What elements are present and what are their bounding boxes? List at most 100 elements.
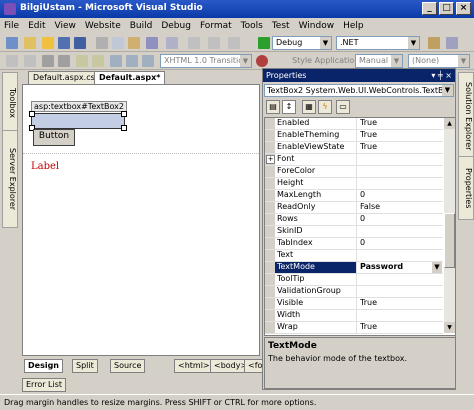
property-row[interactable]: ValidationGroup (265, 286, 443, 298)
minimize-button[interactable]: _ (422, 2, 437, 15)
source-view-tab[interactable]: Source (110, 359, 146, 373)
text-editor-icon[interactable] (6, 55, 18, 67)
menu-debug[interactable]: Debug (161, 21, 191, 31)
redo-icon[interactable] (166, 37, 178, 49)
property-grid[interactable]: ▲ ▼ Enabled True EnableTheming True EnableVi… (264, 117, 456, 336)
property-value[interactable] (358, 154, 443, 165)
label-control[interactable]: Label (31, 161, 59, 172)
scroll-up-icon[interactable]: ▲ (444, 118, 455, 129)
navigate-forward-icon[interactable] (208, 37, 220, 49)
display-icon[interactable] (24, 55, 36, 67)
add-item-icon[interactable] (24, 37, 36, 49)
property-value[interactable] (358, 274, 443, 285)
property-value[interactable] (358, 226, 443, 237)
maximize-button[interactable]: □ (439, 2, 454, 15)
property-value[interactable]: True (358, 118, 443, 129)
solution-configuration-select[interactable]: Debug ▼ (272, 36, 332, 50)
solution-explorer-icon[interactable] (446, 37, 458, 49)
property-row[interactable]: + Font (265, 154, 443, 166)
properties-icon[interactable]: ▦ (302, 100, 316, 114)
menu-website[interactable]: Website (85, 21, 121, 31)
menu-window[interactable]: Window (299, 21, 335, 31)
find-icon[interactable] (228, 37, 240, 49)
menu-test[interactable]: Test (272, 21, 290, 31)
property-pages-icon[interactable]: ▭ (336, 100, 350, 114)
solution-platform-select[interactable]: .NET ▼ (336, 36, 420, 50)
chevron-down-icon[interactable]: ▼ (432, 262, 442, 273)
events-icon[interactable]: ϟ (318, 100, 332, 114)
undo-icon[interactable] (146, 37, 158, 49)
server-explorer-tab[interactable]: Server Explorer (2, 130, 18, 228)
textbox2-control[interactable] (31, 113, 125, 129)
save-all-icon[interactable] (74, 37, 86, 49)
property-row[interactable]: Height (265, 178, 443, 190)
solution-explorer-tab[interactable]: Solution Explorer (458, 72, 474, 160)
new-project-icon[interactable] (6, 37, 18, 49)
menu-tools[interactable]: Tools (241, 21, 263, 31)
copy-icon[interactable] (112, 37, 124, 49)
property-value[interactable]: True (358, 322, 443, 333)
property-row[interactable]: Rows 0 (265, 214, 443, 226)
validation-schema-select[interactable]: XHTML 1.0 Transitional ( ▼ (160, 54, 252, 68)
property-value[interactable]: True (358, 298, 443, 309)
property-row[interactable]: EnableTheming True (265, 130, 443, 142)
property-row[interactable]: MaxLength 0 (265, 190, 443, 202)
property-row[interactable]: TabIndex 0 (265, 238, 443, 250)
design-surface[interactable]: asp:textbox#TextBox2 Button Label (22, 84, 260, 356)
error-list-tab[interactable]: Error List (22, 378, 67, 392)
outdent-icon[interactable] (58, 55, 70, 67)
cut-icon[interactable] (96, 37, 108, 49)
bookmark-icon[interactable] (110, 55, 122, 67)
menu-help[interactable]: Help (343, 21, 364, 31)
property-row[interactable]: Enabled True (265, 118, 443, 130)
menu-edit[interactable]: Edit (28, 21, 45, 31)
property-row[interactable]: ForeColor (265, 166, 443, 178)
find-in-files-icon[interactable] (428, 37, 440, 49)
menu-file[interactable]: File (4, 21, 19, 31)
property-row[interactable]: Wrap True (265, 322, 443, 334)
object-selector[interactable]: TextBox2 System.Web.UI.WebControls.TextB… (264, 84, 454, 97)
next-bookmark-icon[interactable] (126, 55, 138, 67)
property-row[interactable]: Visible True (265, 298, 443, 310)
menu-format[interactable]: Format (200, 21, 232, 31)
close-button[interactable]: × (456, 2, 471, 15)
property-value[interactable]: 0 (358, 190, 443, 201)
properties-tab[interactable]: Properties (458, 156, 474, 220)
scroll-down-icon[interactable]: ▼ (444, 322, 455, 333)
property-value[interactable]: True (358, 142, 443, 153)
start-debugging-icon[interactable] (258, 37, 270, 49)
design-view-tab[interactable]: Design (24, 359, 63, 373)
resize-handle[interactable] (121, 125, 127, 131)
property-value[interactable] (358, 250, 443, 261)
property-value[interactable]: False (358, 202, 443, 213)
property-row[interactable]: EnableViewState True (265, 142, 443, 154)
toolbox-tab[interactable]: Toolbox (2, 72, 18, 134)
property-row[interactable]: ReadOnly False (265, 202, 443, 214)
property-row[interactable]: SkinID (265, 226, 443, 238)
resize-handle[interactable] (29, 111, 35, 117)
indent-icon[interactable] (42, 55, 54, 67)
properties-window-controls[interactable]: ▾ ╪ × (431, 69, 452, 82)
categorized-icon[interactable]: ▤ (266, 100, 280, 114)
resize-handle[interactable] (121, 111, 127, 117)
property-value[interactable] (358, 166, 443, 177)
alphabetical-icon[interactable]: ↕ (282, 100, 296, 114)
uncomment-icon[interactable] (92, 55, 104, 67)
property-row[interactable]: ToolTip (265, 274, 443, 286)
property-row[interactable]: Width (265, 310, 443, 322)
check-accessibility-icon[interactable] (256, 55, 268, 67)
property-grid-scrollbar[interactable]: ▲ ▼ (444, 118, 455, 333)
paste-icon[interactable] (128, 37, 140, 49)
target-rule-select[interactable]: (None) ▼ (408, 54, 470, 68)
menu-view[interactable]: View (55, 21, 76, 31)
property-value[interactable] (358, 310, 443, 321)
scroll-thumb[interactable] (444, 213, 455, 268)
navigate-backward-icon[interactable] (188, 37, 200, 49)
style-application-select[interactable]: Manual ▼ (355, 54, 403, 68)
clear-bookmarks-icon[interactable] (142, 55, 154, 67)
tab-default-aspx[interactable]: Default.aspx* (94, 71, 166, 85)
tab-default-aspx-cs[interactable]: Default.aspx.cs (28, 71, 100, 85)
breadcrumb-html[interactable]: <html> (174, 359, 214, 373)
property-value[interactable] (358, 286, 443, 297)
property-value[interactable]: 0 (358, 238, 443, 249)
